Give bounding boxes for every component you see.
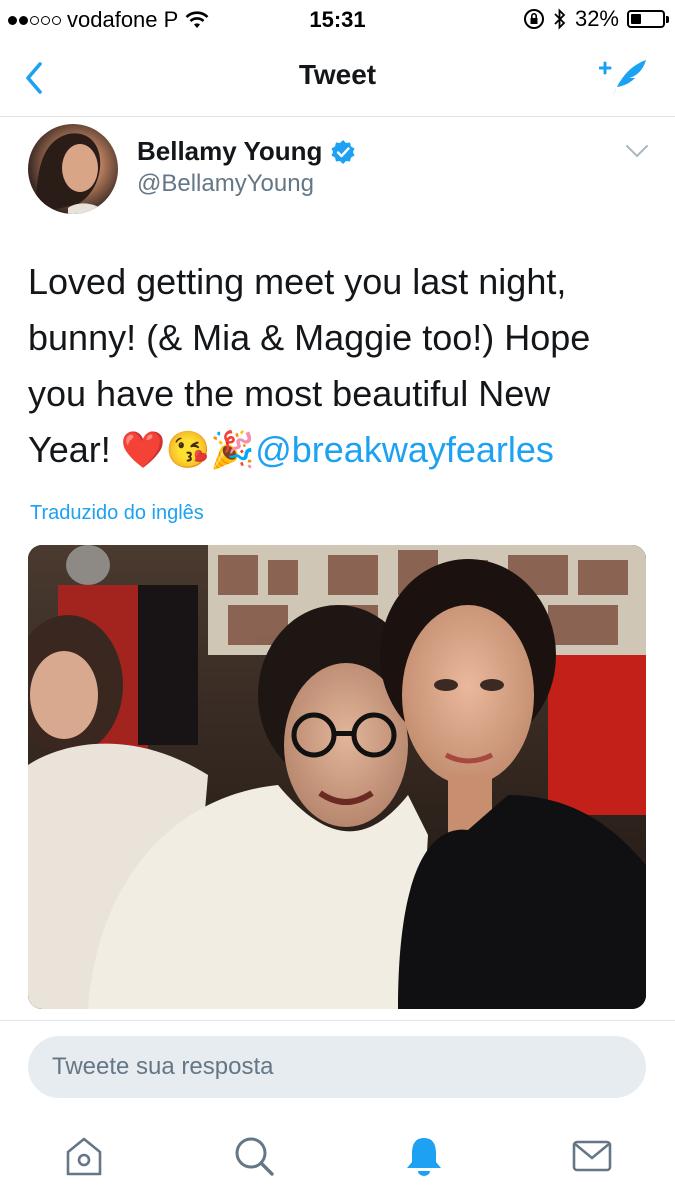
tweet-text: Loved getting meet you last night, bunny… <box>28 254 648 478</box>
battery-fill <box>631 14 641 24</box>
tweet-text-line: you have the most beautiful New <box>28 373 551 414</box>
tweet-photo[interactable] <box>28 545 646 1009</box>
page-title: Tweet <box>298 59 377 90</box>
tweet-text-line: Loved getting meet you last night, <box>28 261 567 302</box>
status-bar: vodafone P 15:31 32% <box>0 0 675 40</box>
messages-envelope-icon[interactable] <box>570 1134 614 1178</box>
reply-input[interactable]: Tweete sua resposta <box>28 1036 646 1098</box>
tweet-text-segment: Year! <box>28 429 121 470</box>
avatar[interactable] <box>28 124 118 214</box>
orientation-lock-icon <box>523 9 544 29</box>
author-handle[interactable]: @BellamyYoung <box>137 170 314 198</box>
avatar-portrait <box>36 133 108 214</box>
search-icon[interactable] <box>232 1134 276 1178</box>
compose-tweet-icon[interactable] <box>599 56 649 98</box>
tweet-text-line: bunny! (& Mia & Maggie too!) Hope <box>28 317 591 358</box>
chevron-down-icon[interactable] <box>625 144 649 158</box>
notifications-bell-icon[interactable] <box>402 1134 446 1178</box>
author-name[interactable]: Bellamy Young <box>137 136 322 167</box>
battery-icon <box>627 10 669 28</box>
nav-bar: Tweet <box>0 40 675 117</box>
translated-label[interactable]: Traduzido do inglês <box>30 502 204 525</box>
tweet-text-line: Year! ❤️😘🎉@breakwayfearles <box>28 422 648 478</box>
battery-percent: 32% <box>574 6 619 31</box>
author-name-row[interactable]: Bellamy Young <box>137 136 356 167</box>
bluetooth-icon <box>554 8 566 30</box>
reply-placeholder: Tweete sua resposta <box>52 1053 274 1080</box>
status-right: 32% <box>523 6 669 32</box>
emoji-group: ❤️😘🎉 <box>120 429 256 470</box>
divider <box>0 1020 675 1021</box>
home-icon[interactable] <box>62 1134 106 1178</box>
verified-badge-icon <box>331 139 355 164</box>
mention-link[interactable]: @breakwayfearles <box>255 429 554 470</box>
tab-bar <box>0 1120 675 1200</box>
photo-content <box>28 545 646 1009</box>
